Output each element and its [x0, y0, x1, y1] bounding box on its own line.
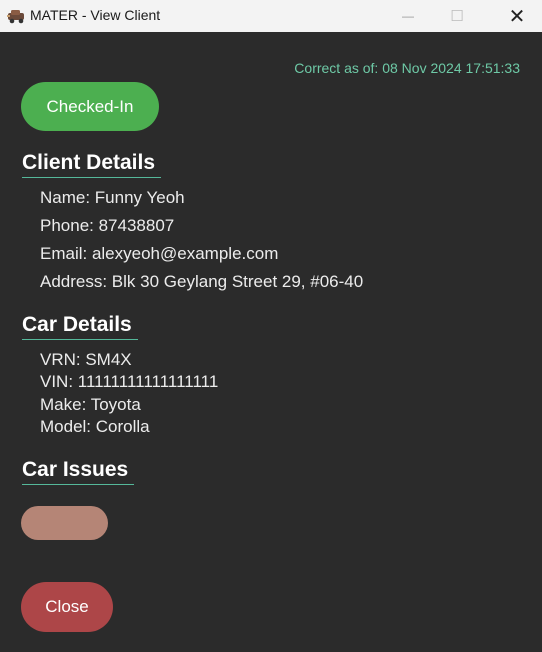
- close-button[interactable]: Close: [21, 582, 113, 632]
- car-vrn: VRN: SM4X: [40, 350, 132, 369]
- client-phone: Phone: 87438807: [40, 216, 175, 235]
- checked-in-status-button[interactable]: Checked-In: [21, 82, 159, 131]
- close-window-button[interactable]: ✕: [494, 0, 540, 32]
- car-details-heading: Car Details: [22, 313, 138, 340]
- minimize-button[interactable]: —: [385, 0, 431, 32]
- car-app-icon: [7, 10, 24, 24]
- maximize-icon: ☐: [450, 8, 464, 25]
- close-icon: ✕: [508, 5, 526, 28]
- client-email: Email: alexyeoh@example.com: [40, 244, 279, 263]
- minimize-icon: —: [402, 9, 414, 23]
- last-updated-timestamp: Correct as of: 08 Nov 2024 17:51:33: [294, 60, 520, 76]
- client-details-heading: Client Details: [22, 151, 162, 178]
- client-address: Address: Blk 30 Geylang Street 29, #06-4…: [40, 272, 364, 291]
- window-titlebar: MATER - View Client — ☐ ✕: [0, 0, 542, 32]
- client-name: Name: Funny Yeoh: [40, 188, 185, 207]
- car-vin: VIN: 11111111111111111: [40, 372, 219, 391]
- car-issue-pill[interactable]: [21, 506, 108, 540]
- maximize-button[interactable]: ☐: [434, 0, 480, 32]
- car-issues-heading: Car Issues: [22, 458, 135, 485]
- car-make: Make: Toyota: [40, 395, 141, 414]
- car-model: Model: Corolla: [40, 417, 150, 436]
- window-title: MATER - View Client: [30, 7, 161, 23]
